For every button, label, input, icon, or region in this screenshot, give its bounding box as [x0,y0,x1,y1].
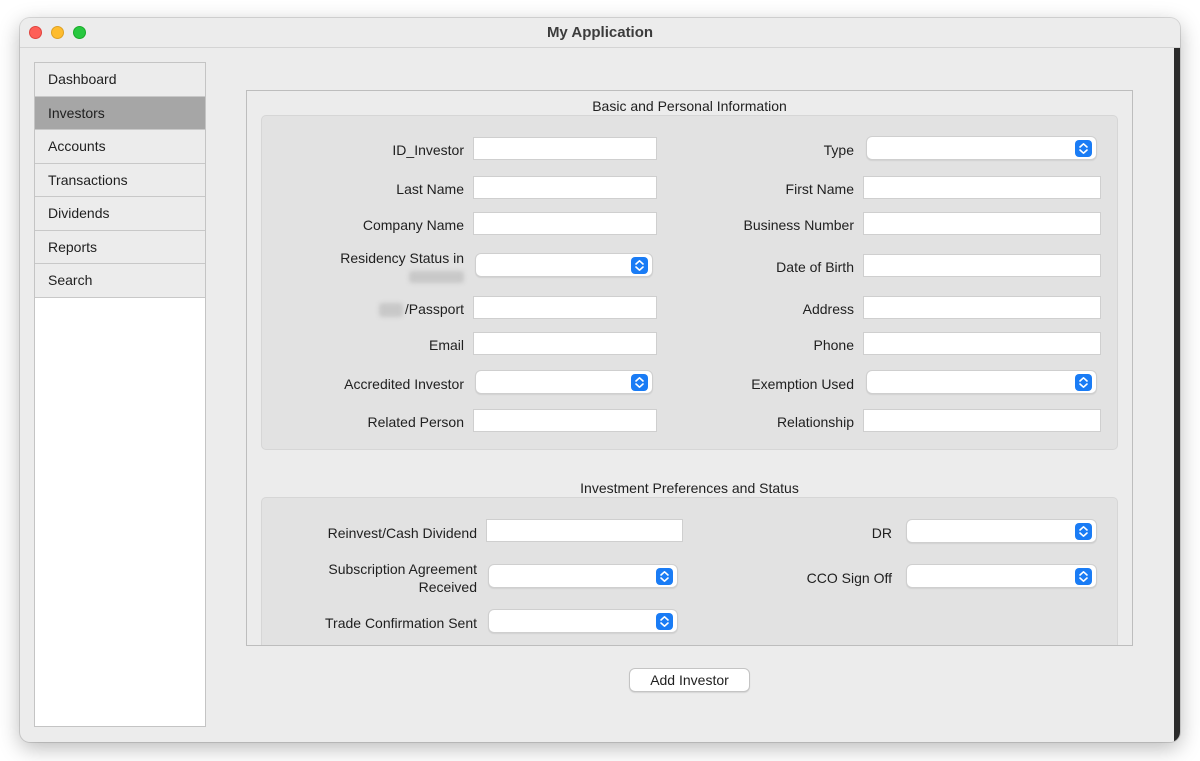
related-person-input[interactable] [473,409,657,432]
background-window-edge [1174,48,1180,742]
chevron-updown-icon [631,374,648,391]
address-label: Address [802,301,854,317]
investment-panel: Reinvest/Cash Dividend Subscription Agre… [261,497,1118,645]
dr-select[interactable] [906,519,1097,543]
subscription-agreement-select[interactable] [488,564,678,588]
cco-sign-off-label: CCO Sign Off [806,570,892,586]
subscription-label-line2: Received [418,579,477,595]
company-name-input[interactable] [473,212,657,235]
sidebar-item-accounts[interactable]: Accounts [35,130,205,164]
relationship-label: Relationship [776,414,854,430]
chevron-updown-icon [631,257,648,274]
window-title: My Application [546,24,654,41]
sidebar: Dashboard Investors Accounts Transaction… [34,62,206,727]
sidebar-item-investors[interactable]: Investors [35,96,205,130]
sidebar-item-dividends[interactable]: Dividends [35,197,205,231]
email-label: Email [428,337,464,353]
last-name-label: Last Name [396,181,464,197]
residency-status-label: Residency Status in [340,250,464,266]
trade-confirmation-label: Trade Confirmation Sent [325,615,477,631]
phone-label: Phone [813,337,854,353]
relationship-input[interactable] [863,409,1101,432]
first-name-label: First Name [785,181,854,197]
type-select[interactable] [866,136,1097,160]
id-investor-input[interactable] [473,137,657,160]
id-investor-label: ID_Investor [392,142,464,158]
business-number-input[interactable] [863,212,1101,235]
chevron-updown-icon [1075,568,1092,585]
accredited-investor-label: Accredited Investor [344,376,464,392]
reinvest-cash-input[interactable] [486,519,683,542]
chevron-updown-icon [1075,523,1092,540]
exemption-used-select[interactable] [866,370,1097,394]
investor-form: Basic and Personal Information ID_Invest… [246,90,1133,646]
residency-status-redacted [262,267,464,285]
chevron-updown-icon [1075,140,1092,157]
last-name-input[interactable] [473,176,657,199]
subscription-agreement-label: Subscription Agreement Received [262,560,477,596]
app-window: My Application Dashboard Investors Accou… [20,18,1180,742]
subscription-label-line1: Subscription Agreement [328,561,477,577]
exemption-used-label: Exemption Used [751,376,854,392]
chevron-updown-icon [656,613,673,630]
company-name-label: Company Name [362,217,464,233]
chevron-updown-icon [656,568,673,585]
sidebar-item-dashboard[interactable]: Dashboard [35,63,205,97]
basic-section-title: Basic and Personal Information [592,98,787,114]
title-bar: My Application [20,18,1180,48]
trade-confirmation-select[interactable] [488,609,678,633]
sidebar-item-transactions[interactable]: Transactions [35,163,205,197]
investment-section-title: Investment Preferences and Status [580,480,799,496]
email-input[interactable] [473,332,657,355]
business-number-label: Business Number [743,217,855,233]
date-of-birth-label: Date of Birth [776,259,854,275]
accredited-investor-select[interactable] [475,370,653,394]
passport-label-text: /Passport [404,301,464,317]
passport-label: /Passport [262,300,464,318]
residency-status-select[interactable] [475,253,653,277]
first-name-input[interactable] [863,176,1101,199]
date-of-birth-input[interactable] [863,254,1101,277]
sidebar-item-search[interactable]: Search [35,264,205,298]
cco-sign-off-select[interactable] [906,564,1097,588]
dr-label: DR [871,525,892,541]
chevron-updown-icon [1075,374,1092,391]
passport-input[interactable] [473,296,657,319]
reinvest-cash-label: Reinvest/Cash Dividend [327,525,477,541]
related-person-label: Related Person [367,414,464,430]
sidebar-item-reports[interactable]: Reports [35,230,205,264]
phone-input[interactable] [863,332,1101,355]
address-input[interactable] [863,296,1101,319]
add-investor-button[interactable]: Add Investor [629,668,750,692]
basic-info-panel: ID_Investor Last Name Company Name Resid… [261,115,1118,450]
type-label: Type [823,142,854,158]
